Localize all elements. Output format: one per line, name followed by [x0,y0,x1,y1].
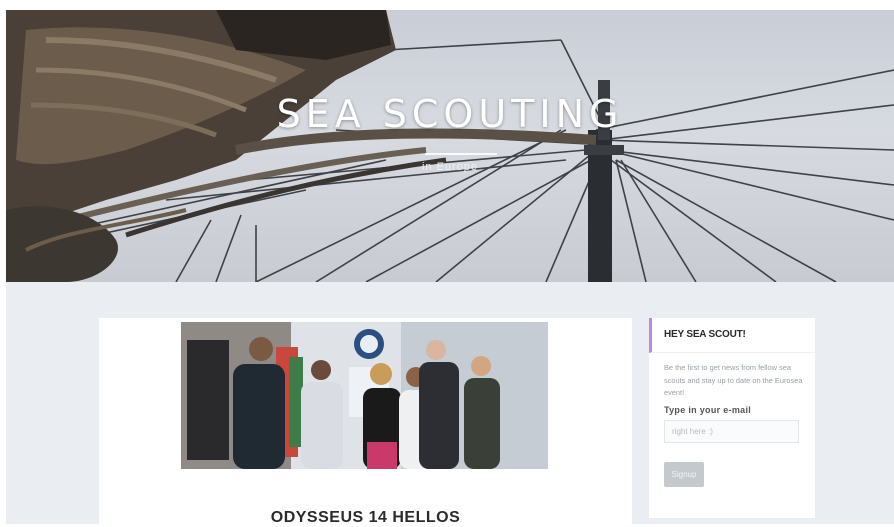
newsletter-widget: HEY SEA SCOUT! Be the first to get news … [649,318,815,518]
hero-banner: SEA SCOUTING in Europe [6,10,894,282]
widget-description: Be the first to get news from fellow sea… [664,363,803,398]
widget-title: HEY SEA SCOUT! [649,318,815,353]
group-photo [181,322,548,469]
site-tagline: in Europe [421,161,479,173]
ship-rigging-photo [6,10,894,282]
post-title[interactable]: ODYSSEUS 14 HELLOS [99,509,632,527]
signup-button[interactable]: Signup [664,462,704,487]
post-featured-image[interactable] [181,322,548,469]
email-label: Type in your e-mail [664,405,752,415]
post-card: ODYSSEUS 14 HELLOS [99,318,632,527]
email-input[interactable] [664,420,799,443]
site-title[interactable]: SEA SCOUTING [6,92,894,136]
title-divider [425,153,497,155]
